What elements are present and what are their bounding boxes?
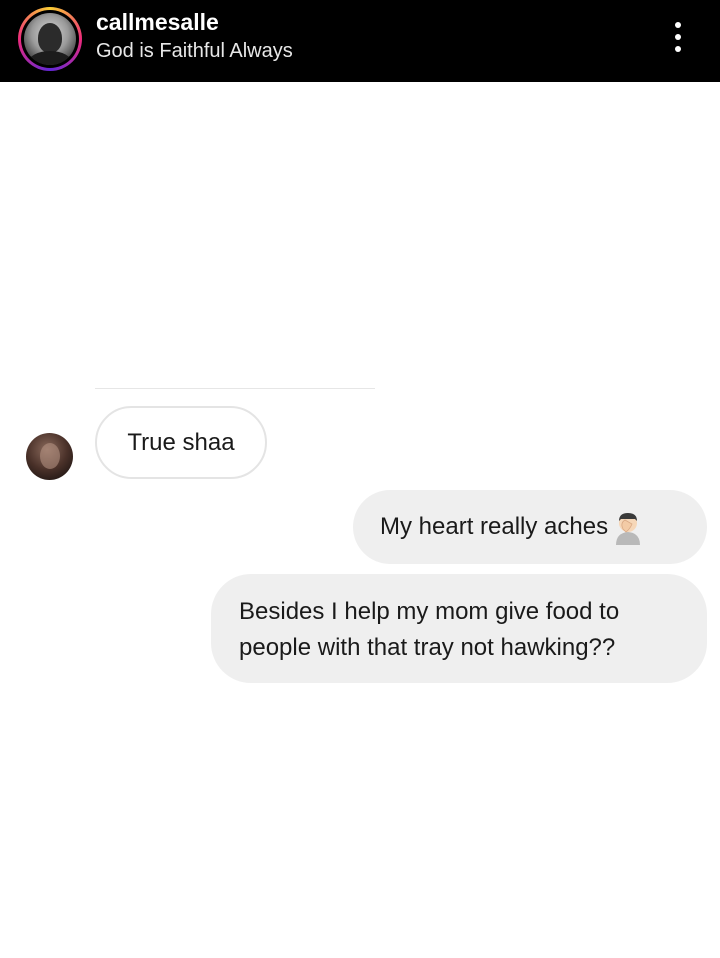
avatar-ring-inner [21, 10, 79, 68]
message-text: True shaa [127, 428, 235, 456]
sender-avatar[interactable] [26, 433, 73, 480]
dot [675, 34, 681, 40]
message-text: My heart really aches [380, 513, 609, 540]
message-bubble-incoming[interactable]: True shaa [95, 406, 267, 479]
username[interactable]: callmesalle [96, 9, 219, 36]
message-bubble-outgoing[interactable]: My heart really aches [353, 490, 707, 564]
message-bubble-outgoing[interactable]: Besides I help my mom give food to peopl… [211, 574, 707, 683]
message-text: Besides I help my mom give food to peopl… [239, 598, 620, 661]
chat-header: callmesalle God is Faithful Always [0, 0, 720, 82]
avatar-face [38, 23, 62, 53]
avatar-face [40, 443, 60, 469]
person-facepalming-emoji [610, 509, 646, 545]
message-divider [95, 388, 375, 389]
dot [675, 22, 681, 28]
avatar-shoulders [28, 51, 72, 65]
more-options-icon[interactable] [666, 18, 690, 56]
profile-avatar-story-ring[interactable] [18, 7, 82, 71]
dot [675, 46, 681, 52]
user-status: God is Faithful Always [96, 40, 293, 62]
profile-avatar [24, 13, 76, 65]
